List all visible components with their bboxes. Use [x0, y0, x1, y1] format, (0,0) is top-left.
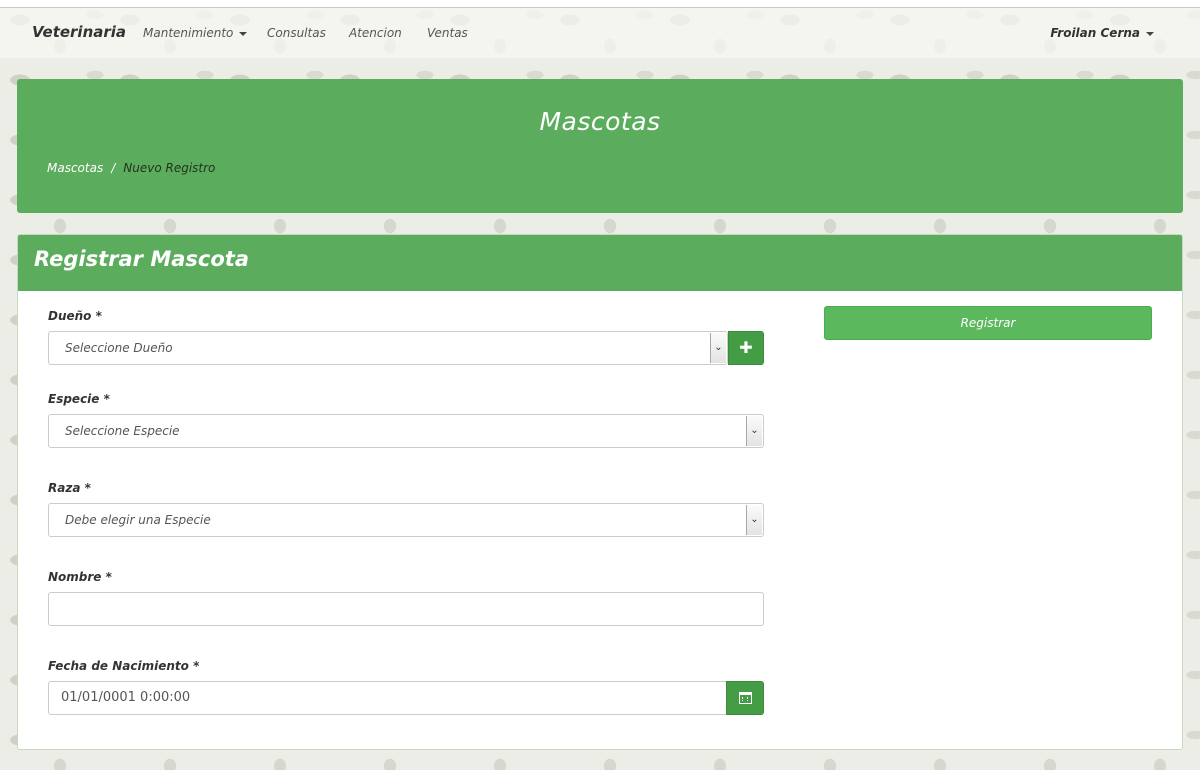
panel-title: Registrar Mascota — [34, 247, 249, 271]
birthdate-label: Fecha de Nacimiento * — [48, 659, 200, 673]
nav-mantenimiento[interactable]: Mantenimiento — [143, 26, 248, 40]
register-pet-panel: Registrar Mascota Dueño * Seleccione Due… — [17, 234, 1183, 750]
breed-select-value: Debe elegir una Especie — [65, 513, 211, 527]
caret-down-icon — [239, 31, 248, 36]
owner-select-value: Seleccione Dueño — [65, 341, 173, 355]
nav-ventas[interactable]: Ventas — [427, 26, 468, 40]
species-select[interactable]: Seleccione Especie ⌄ — [48, 414, 764, 448]
browser-top-edge — [0, 0, 1200, 8]
page-title: Mascotas — [539, 107, 661, 136]
nav-consultas[interactable]: Consultas — [267, 26, 326, 40]
calendar-icon — [739, 692, 752, 704]
species-select-value: Seleccione Especie — [65, 424, 180, 438]
breed-select[interactable]: Debe elegir una Especie ⌄ — [48, 503, 764, 537]
breadcrumb-link-mascotas[interactable]: Mascotas — [47, 161, 103, 175]
species-label: Especie * — [48, 392, 110, 406]
caret-down-icon — [1146, 31, 1154, 36]
breadcrumb-separator: / — [111, 161, 116, 175]
birthdate-input[interactable]: 01/01/0001 0:00:00 — [48, 681, 728, 715]
chevron-down-icon: ⌄ — [710, 333, 726, 363]
name-label: Nombre * — [48, 570, 112, 584]
chevron-down-icon: ⌄ — [746, 416, 762, 446]
page-header: Mascotas Mascotas / Nuevo Registro — [17, 79, 1183, 213]
nav-atencion[interactable]: Atencion — [349, 26, 402, 40]
user-name: Froilan Cerna — [1050, 26, 1140, 40]
plus-icon: ✚ — [739, 338, 753, 357]
user-menu[interactable]: Froilan Cerna — [1050, 26, 1154, 40]
datepicker-button[interactable] — [726, 681, 764, 715]
brand-logo[interactable]: Veterinaria — [32, 23, 126, 41]
breadcrumb: Mascotas / Nuevo Registro — [47, 161, 215, 175]
chevron-down-icon: ⌄ — [746, 505, 762, 535]
register-button[interactable]: Registrar — [824, 306, 1152, 340]
add-owner-button[interactable]: ✚ — [728, 331, 764, 365]
name-input[interactable] — [48, 592, 764, 626]
breadcrumb-current: Nuevo Registro — [123, 161, 216, 175]
top-navbar: Veterinaria Mantenimiento Consultas Aten… — [0, 8, 1200, 58]
owner-label: Dueño * — [48, 309, 102, 323]
breed-label: Raza * — [48, 481, 91, 495]
nav-mantenimiento-label: Mantenimiento — [143, 26, 234, 40]
owner-select[interactable]: Seleccione Dueño ⌄ — [48, 331, 728, 365]
panel-heading: Registrar Mascota — [18, 235, 1182, 291]
